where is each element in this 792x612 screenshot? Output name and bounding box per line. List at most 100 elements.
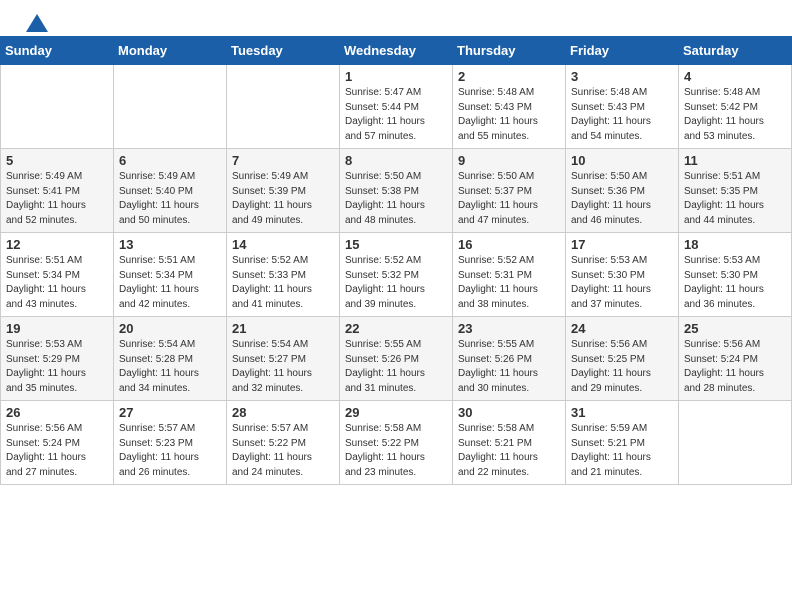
calendar-cell (227, 65, 340, 149)
weekday-saturday: Saturday (679, 37, 792, 65)
calendar-cell: 24 Sunrise: 5:56 AM Sunset: 5:25 PM Dayli… (566, 317, 679, 401)
day-info: Sunrise: 5:56 AM Sunset: 5:24 PM Dayligh… (6, 422, 108, 480)
day-info: Sunrise: 5:54 AM Sunset: 5:28 PM Dayligh… (119, 338, 221, 396)
day-number: 4 (684, 69, 786, 84)
calendar-cell: 25Sunrise: 5:56 AM Sunset: 5:24 PM Dayli… (679, 317, 792, 401)
weekday-friday: Friday (566, 37, 679, 65)
week-row: 12 Sunrise: 5:51 AM Sunset: 5:34 PM Dayli… (1, 233, 792, 317)
calendar-cell: 27 Sunrise: 5:57 AM Sunset: 5:23 PM Dayli… (114, 401, 227, 485)
calendar-cell: 31 Sunrise: 5:59 AM Sunset: 5:21 PM Dayli… (566, 401, 679, 485)
calendar-cell: 19Sunrise: 5:53 AM Sunset: 5:29 PM Dayli… (1, 317, 114, 401)
day-number: 23 (458, 321, 560, 336)
day-number: 29 (345, 405, 447, 420)
weekday-wednesday: Wednesday (340, 37, 453, 65)
day-number: 2 (458, 69, 560, 84)
day-number: 11 (684, 153, 786, 168)
day-number: 20 (119, 321, 221, 336)
day-info: Sunrise: 5:57 AM Sunset: 5:22 PM Dayligh… (232, 422, 334, 480)
day-number: 9 (458, 153, 560, 168)
calendar-cell: 17 Sunrise: 5:53 AM Sunset: 5:30 PM Dayli… (566, 233, 679, 317)
logo-icon (26, 14, 48, 32)
calendar-cell: 4 Sunrise: 5:48 AM Sunset: 5:42 PM Daylig… (679, 65, 792, 149)
week-row: 5Sunrise: 5:49 AM Sunset: 5:41 PM Daylig… (1, 149, 792, 233)
calendar: SundayMondayTuesdayWednesdayThursdayFrid… (0, 36, 792, 485)
day-info: Sunrise: 5:53 AM Sunset: 5:29 PM Dayligh… (6, 338, 108, 396)
day-number: 7 (232, 153, 334, 168)
day-info: Sunrise: 5:52 AM Sunset: 5:33 PM Dayligh… (232, 254, 334, 312)
calendar-cell: 21 Sunrise: 5:54 AM Sunset: 5:27 PM Dayli… (227, 317, 340, 401)
logo (24, 16, 48, 28)
day-info: Sunrise: 5:59 AM Sunset: 5:21 PM Dayligh… (571, 422, 673, 480)
day-info: Sunrise: 5:49 AM Sunset: 5:41 PM Dayligh… (6, 170, 108, 228)
header (0, 0, 792, 36)
day-info: Sunrise: 5:50 AM Sunset: 5:38 PM Dayligh… (345, 170, 447, 228)
day-info: Sunrise: 5:51 AM Sunset: 5:34 PM Dayligh… (6, 254, 108, 312)
calendar-cell: 30 Sunrise: 5:58 AM Sunset: 5:21 PM Dayli… (453, 401, 566, 485)
day-info: Sunrise: 5:58 AM Sunset: 5:21 PM Dayligh… (458, 422, 560, 480)
day-number: 16 (458, 237, 560, 252)
day-info: Sunrise: 5:51 AM Sunset: 5:34 PM Dayligh… (119, 254, 221, 312)
day-info: Sunrise: 5:52 AM Sunset: 5:31 PM Dayligh… (458, 254, 560, 312)
day-number: 18 (684, 237, 786, 252)
day-number: 22 (345, 321, 447, 336)
calendar-cell: 9 Sunrise: 5:50 AM Sunset: 5:37 PM Daylig… (453, 149, 566, 233)
day-info: Sunrise: 5:57 AM Sunset: 5:23 PM Dayligh… (119, 422, 221, 480)
calendar-cell: 10 Sunrise: 5:50 AM Sunset: 5:36 PM Dayli… (566, 149, 679, 233)
calendar-header: SundayMondayTuesdayWednesdayThursdayFrid… (1, 37, 792, 65)
calendar-cell: 5Sunrise: 5:49 AM Sunset: 5:41 PM Daylig… (1, 149, 114, 233)
day-number: 15 (345, 237, 447, 252)
day-number: 12 (6, 237, 108, 252)
day-info: Sunrise: 5:50 AM Sunset: 5:37 PM Dayligh… (458, 170, 560, 228)
day-info: Sunrise: 5:47 AM Sunset: 5:44 PM Dayligh… (345, 86, 447, 144)
calendar-cell: 11 Sunrise: 5:51 AM Sunset: 5:35 PM Dayli… (679, 149, 792, 233)
week-row: 26Sunrise: 5:56 AM Sunset: 5:24 PM Dayli… (1, 401, 792, 485)
day-number: 24 (571, 321, 673, 336)
calendar-cell: 8 Sunrise: 5:50 AM Sunset: 5:38 PM Daylig… (340, 149, 453, 233)
day-info: Sunrise: 5:55 AM Sunset: 5:26 PM Dayligh… (345, 338, 447, 396)
day-info: Sunrise: 5:53 AM Sunset: 5:30 PM Dayligh… (684, 254, 786, 312)
day-number: 1 (345, 69, 447, 84)
calendar-cell: 26Sunrise: 5:56 AM Sunset: 5:24 PM Dayli… (1, 401, 114, 485)
day-number: 28 (232, 405, 334, 420)
calendar-cell: 15 Sunrise: 5:52 AM Sunset: 5:32 PM Dayli… (340, 233, 453, 317)
weekday-row: SundayMondayTuesdayWednesdayThursdayFrid… (1, 37, 792, 65)
day-info: Sunrise: 5:50 AM Sunset: 5:36 PM Dayligh… (571, 170, 673, 228)
day-number: 25 (684, 321, 786, 336)
calendar-cell: 18 Sunrise: 5:53 AM Sunset: 5:30 PM Dayli… (679, 233, 792, 317)
day-info: Sunrise: 5:52 AM Sunset: 5:32 PM Dayligh… (345, 254, 447, 312)
day-info: Sunrise: 5:49 AM Sunset: 5:40 PM Dayligh… (119, 170, 221, 228)
day-number: 8 (345, 153, 447, 168)
day-info: Sunrise: 5:49 AM Sunset: 5:39 PM Dayligh… (232, 170, 334, 228)
calendar-cell: 6Sunrise: 5:49 AM Sunset: 5:40 PM Daylig… (114, 149, 227, 233)
week-row: 19Sunrise: 5:53 AM Sunset: 5:29 PM Dayli… (1, 317, 792, 401)
day-info: Sunrise: 5:51 AM Sunset: 5:35 PM Dayligh… (684, 170, 786, 228)
day-info: Sunrise: 5:48 AM Sunset: 5:42 PM Dayligh… (684, 86, 786, 144)
day-info: Sunrise: 5:55 AM Sunset: 5:26 PM Dayligh… (458, 338, 560, 396)
day-info: Sunrise: 5:58 AM Sunset: 5:22 PM Dayligh… (345, 422, 447, 480)
calendar-cell: 16 Sunrise: 5:52 AM Sunset: 5:31 PM Dayli… (453, 233, 566, 317)
weekday-tuesday: Tuesday (227, 37, 340, 65)
week-row: 1 Sunrise: 5:47 AM Sunset: 5:44 PM Daylig… (1, 65, 792, 149)
calendar-cell: 22 Sunrise: 5:55 AM Sunset: 5:26 PM Dayli… (340, 317, 453, 401)
weekday-monday: Monday (114, 37, 227, 65)
calendar-cell: 14 Sunrise: 5:52 AM Sunset: 5:33 PM Dayli… (227, 233, 340, 317)
day-number: 30 (458, 405, 560, 420)
day-number: 3 (571, 69, 673, 84)
day-number: 31 (571, 405, 673, 420)
calendar-cell: 29 Sunrise: 5:58 AM Sunset: 5:22 PM Dayli… (340, 401, 453, 485)
day-info: Sunrise: 5:48 AM Sunset: 5:43 PM Dayligh… (458, 86, 560, 144)
day-info: Sunrise: 5:53 AM Sunset: 5:30 PM Dayligh… (571, 254, 673, 312)
day-info: Sunrise: 5:54 AM Sunset: 5:27 PM Dayligh… (232, 338, 334, 396)
day-number: 14 (232, 237, 334, 252)
day-number: 10 (571, 153, 673, 168)
day-number: 21 (232, 321, 334, 336)
calendar-cell: 3Sunrise: 5:48 AM Sunset: 5:43 PM Daylig… (566, 65, 679, 149)
day-number: 27 (119, 405, 221, 420)
calendar-cell: 1 Sunrise: 5:47 AM Sunset: 5:44 PM Daylig… (340, 65, 453, 149)
day-info: Sunrise: 5:56 AM Sunset: 5:25 PM Dayligh… (571, 338, 673, 396)
calendar-cell: 20 Sunrise: 5:54 AM Sunset: 5:28 PM Dayli… (114, 317, 227, 401)
weekday-thursday: Thursday (453, 37, 566, 65)
calendar-cell: 12 Sunrise: 5:51 AM Sunset: 5:34 PM Dayli… (1, 233, 114, 317)
day-number: 17 (571, 237, 673, 252)
weekday-sunday: Sunday (1, 37, 114, 65)
